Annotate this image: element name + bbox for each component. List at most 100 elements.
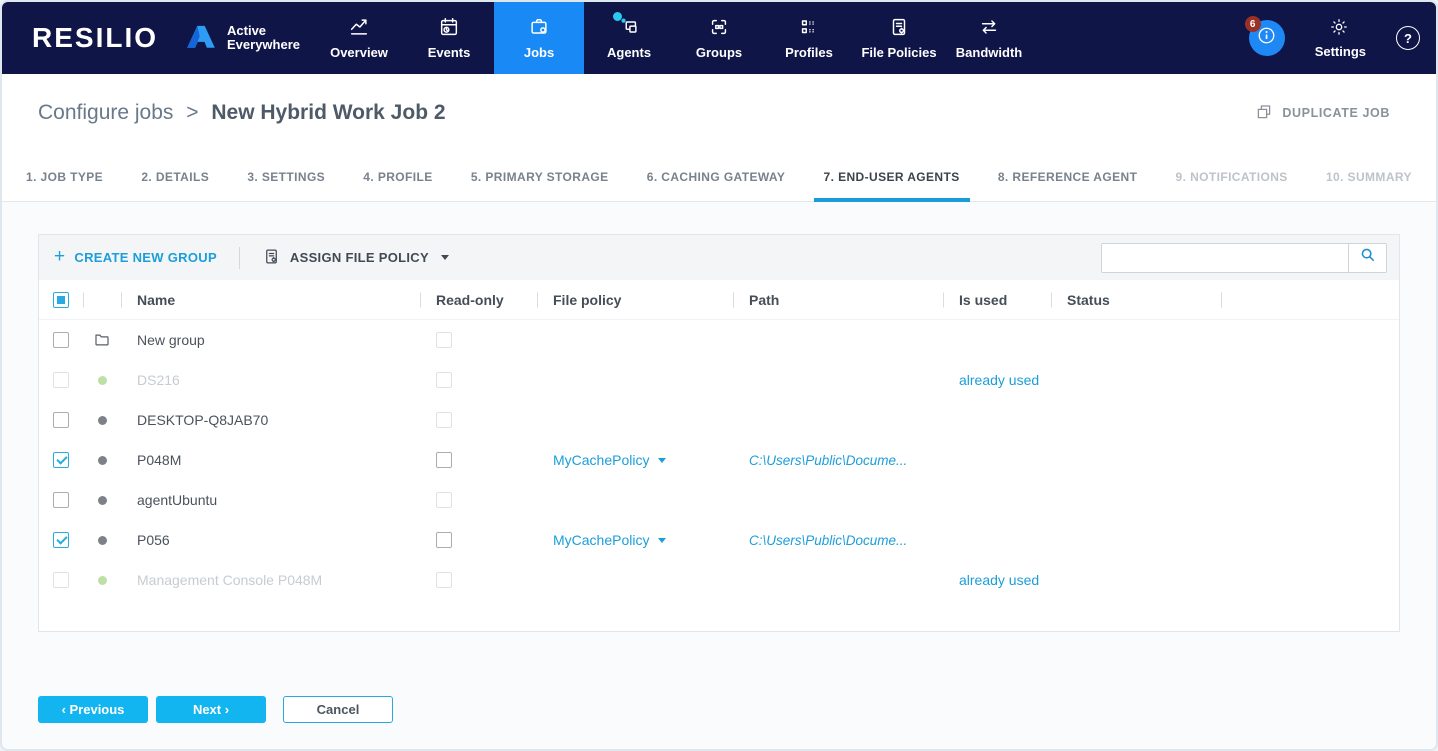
- agent-status-dot: [97, 535, 107, 545]
- assign-file-policy-dropdown[interactable]: ASSIGN FILE POLICY: [262, 247, 449, 269]
- tab-8-reference-agent[interactable]: 8. REFERENCE AGENT: [988, 152, 1147, 201]
- readonly-checkbox: [436, 332, 452, 348]
- devices-icon: [613, 12, 640, 38]
- tab-5-primary-storage[interactable]: 5. PRIMARY STORAGE: [461, 152, 619, 201]
- row-select-checkbox[interactable]: [53, 332, 69, 348]
- row-select-checkbox: [53, 572, 69, 588]
- search-box: [1101, 242, 1387, 273]
- cancel-button[interactable]: Cancel: [283, 696, 393, 723]
- page-head: Configure jobs > New Hybrid Work Job 2 D…: [2, 74, 1436, 152]
- agents-panel: + CREATE NEW GROUP ASSIGN FILE POLICY Na…: [38, 234, 1400, 632]
- content-area: + CREATE NEW GROUP ASSIGN FILE POLICY Na…: [2, 202, 1436, 749]
- next-button[interactable]: Next ›: [156, 696, 266, 723]
- search-icon: [1359, 246, 1377, 269]
- notification-count-badge: 6: [1244, 16, 1261, 32]
- path-link[interactable]: C:\Users\Public\Docume...: [749, 533, 907, 548]
- readonly-checkbox: [436, 492, 452, 508]
- nav-item-bandwidth[interactable]: Bandwidth: [944, 2, 1034, 74]
- column-header-path: Path: [733, 280, 943, 320]
- select-all-checkbox[interactable]: [53, 292, 69, 308]
- arrows-icon: [978, 16, 1000, 38]
- agent-name: DESKTOP-Q8JAB70: [137, 412, 269, 428]
- help-icon[interactable]: ?: [1396, 26, 1420, 50]
- copy-icon: [1255, 103, 1273, 124]
- is-used-label: already used: [959, 572, 1040, 588]
- resilio-wordmark: RESILIO: [32, 22, 159, 53]
- row-select-checkbox[interactable]: [53, 412, 69, 428]
- toolbar-divider: [238, 246, 240, 269]
- table-row: DESKTOP-Q8JAB70: [39, 400, 1399, 440]
- agent-status-dot: [97, 455, 107, 465]
- row-select-checkbox: [53, 372, 69, 388]
- wizard-tabs: 1. JOB TYPE 2. DETAILS 3. SETTINGS 4. PROFI…: [2, 152, 1436, 202]
- nav-item-profiles[interactable]: Profiles: [764, 2, 854, 74]
- search-input[interactable]: [1102, 243, 1348, 272]
- agent-status-dot: [97, 415, 107, 425]
- active-everywhere-logo-icon: [184, 21, 218, 56]
- breadcrumb-separator: >: [186, 101, 199, 124]
- chevron-down-icon: [658, 457, 667, 463]
- nav-item-settings[interactable]: Settings: [1315, 17, 1366, 59]
- product-name: Active Everywhere: [227, 23, 301, 52]
- agent-name: New group: [137, 332, 205, 348]
- tab-9-notifications: 9. NOTIFICATIONS: [1175, 169, 1288, 184]
- nav-item-file-policies[interactable]: File Policies: [854, 2, 944, 74]
- row-select-checkbox[interactable]: [53, 452, 69, 468]
- agent-name: DS216: [137, 372, 180, 388]
- selection-icon: [708, 16, 730, 38]
- readonly-checkbox[interactable]: [436, 532, 452, 548]
- tab-10-summary: 10. SUMMARY: [1325, 169, 1412, 184]
- readonly-checkbox: [436, 372, 452, 388]
- wizard-footer: ‹ Previous Next › Cancel: [38, 696, 1400, 747]
- nav-item-overview[interactable]: Overview: [314, 2, 404, 74]
- page-title: New Hybrid Work Job 2: [211, 101, 446, 124]
- agent-status-dot: [97, 575, 107, 585]
- search-button[interactable]: [1348, 243, 1386, 272]
- top-nav: RESILIO Active Everywhere Overview Event…: [2, 2, 1436, 74]
- chevron-down-icon: [440, 255, 449, 260]
- nav-item-events[interactable]: Events: [404, 2, 494, 74]
- row-select-checkbox[interactable]: [53, 532, 69, 548]
- tab-6-caching-gateway[interactable]: 6. CACHING GATEWAY: [637, 152, 796, 201]
- column-header-is-used: Is used: [943, 280, 1051, 320]
- breadcrumb-parent-link[interactable]: Configure jobs: [38, 101, 173, 124]
- tab-3-settings[interactable]: 3. SETTINGS: [237, 152, 335, 201]
- table-row: agentUbuntu: [39, 480, 1399, 520]
- file-policy-dropdown[interactable]: MyCachePolicy: [553, 452, 667, 468]
- notifications-button[interactable]: 6: [1244, 16, 1285, 56]
- agent-name: P048M: [137, 452, 182, 468]
- table-header: Name Read-only File policy Path Is used …: [39, 280, 1399, 320]
- folder-icon: [93, 331, 111, 349]
- column-header-name: Name: [121, 280, 420, 320]
- nav-item-jobs[interactable]: Jobs: [494, 2, 585, 74]
- file-policy-icon: [262, 247, 281, 269]
- tab-2-details[interactable]: 2. DETAILS: [131, 152, 219, 201]
- tab-1-job-type[interactable]: 1. JOB TYPE: [16, 152, 113, 201]
- row-select-checkbox[interactable]: [53, 492, 69, 508]
- briefcase-icon: [528, 16, 550, 38]
- list-icon: [798, 16, 820, 38]
- nav-item-groups[interactable]: Groups: [674, 2, 764, 74]
- info-icon: [1256, 25, 1277, 51]
- readonly-checkbox: [436, 412, 452, 428]
- nav-item-agents[interactable]: Agents: [584, 2, 674, 74]
- table-row: DS216 already used: [39, 360, 1399, 400]
- breadcrumb: Configure jobs > New Hybrid Work Job 2: [38, 101, 446, 125]
- column-header-file-policy: File policy: [537, 280, 733, 320]
- previous-button[interactable]: ‹ Previous: [38, 696, 148, 723]
- agent-name: agentUbuntu: [137, 492, 218, 508]
- path-link[interactable]: C:\Users\Public\Docume...: [749, 453, 907, 468]
- agent-name: Management Console P048M: [137, 572, 323, 588]
- column-header-readonly: Read-only: [420, 280, 537, 320]
- tab-4-profile[interactable]: 4. PROFILE: [353, 152, 442, 201]
- app-window: RESILIO Active Everywhere Overview Event…: [0, 0, 1438, 751]
- readonly-checkbox: [436, 572, 452, 588]
- tab-7-end-user-agents[interactable]: 7. END-USER AGENTS: [813, 152, 970, 202]
- create-new-group-button[interactable]: + CREATE NEW GROUP: [54, 247, 217, 266]
- file-policy-dropdown[interactable]: MyCachePolicy: [553, 532, 667, 548]
- nav-right: 6 Settings ?: [1244, 2, 1436, 74]
- duplicate-job-button[interactable]: DUPLICATE JOB: [1255, 103, 1390, 124]
- table-row: P048M MyCachePolicy C:\Users\Public\Docu…: [39, 440, 1399, 480]
- readonly-checkbox[interactable]: [436, 452, 452, 468]
- panel-toolbar: + CREATE NEW GROUP ASSIGN FILE POLICY: [39, 235, 1399, 280]
